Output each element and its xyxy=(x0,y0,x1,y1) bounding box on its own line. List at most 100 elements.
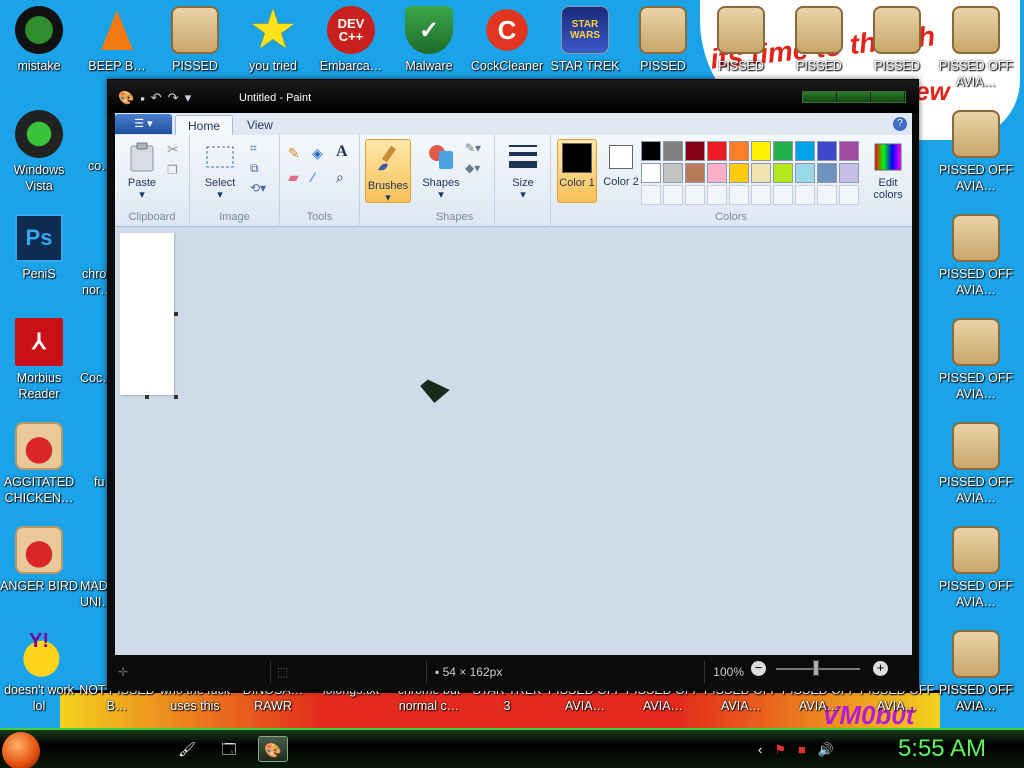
color-swatch[interactable] xyxy=(729,185,749,205)
taskbar-paint-active[interactable]: 🎨 xyxy=(258,736,288,762)
undo-icon[interactable]: ↶ xyxy=(151,90,162,106)
color-swatch[interactable] xyxy=(817,163,837,183)
resize-handle-right[interactable] xyxy=(174,312,178,316)
desktop-icon-pissed-off-avia[interactable]: PISSED OFF AVIA… xyxy=(936,312,1016,402)
save-icon[interactable]: ▪ xyxy=(140,91,145,106)
redo-icon[interactable]: ↷ xyxy=(168,90,179,106)
desktop-icon-doesnt-work[interactable]: Y! doesn't work lol xyxy=(0,624,78,714)
desktop-icon-mistake[interactable]: mistake xyxy=(0,0,78,74)
minimize-button[interactable] xyxy=(803,92,837,102)
desktop-icon-aggitated-chicken[interactable]: AGGITATED CHICKEN… xyxy=(0,416,78,506)
show-hidden-icons-icon[interactable]: ‹ xyxy=(758,742,762,758)
color-swatch[interactable] xyxy=(707,163,727,183)
desktop-icon-morbius-reader[interactable]: ⅄ Morbius Reader xyxy=(0,312,78,402)
color-swatch[interactable] xyxy=(795,163,815,183)
desktop-icon-anger-bird[interactable]: ANGER BIRD xyxy=(0,520,78,594)
text-tool-icon[interactable]: A xyxy=(336,143,348,161)
desktop-icon-embarca[interactable]: DEV C++ Embarca… xyxy=(312,0,390,74)
desktop-icon-pissed-3[interactable]: PISSED xyxy=(702,0,780,74)
desktop-icon-pissed-2[interactable]: PISSED xyxy=(624,0,702,74)
color-swatch[interactable] xyxy=(773,185,793,205)
start-button[interactable] xyxy=(2,732,40,768)
desktop-icon-partial[interactable]: chro… nor… xyxy=(82,266,119,298)
zoom-out-button[interactable]: − xyxy=(751,661,766,676)
tab-home[interactable]: Home xyxy=(175,115,234,135)
color-swatch[interactable] xyxy=(729,163,749,183)
color-swatch[interactable] xyxy=(773,163,793,183)
rotate-icon[interactable]: ⟲▾ xyxy=(250,181,266,195)
eraser-icon[interactable]: ▰ xyxy=(288,169,299,186)
fill-icon[interactable]: ◆▾ xyxy=(465,161,480,175)
help-icon[interactable]: ? xyxy=(893,117,907,131)
color-swatch[interactable] xyxy=(839,163,859,183)
desktop-icon-pissed-off-avia[interactable]: PISSED OFF AVIA… xyxy=(936,416,1016,506)
color-swatch[interactable] xyxy=(839,185,859,205)
title-bar[interactable]: 🎨 ▪ ↶ ↷ ▾ Untitled - Paint xyxy=(108,80,918,113)
desktop-icon-cockcleaner[interactable]: C CockCleaner xyxy=(466,0,548,74)
desktop-icon-you-tried[interactable]: ★ you tried xyxy=(234,0,312,74)
color-swatch[interactable] xyxy=(663,141,683,161)
color-swatch[interactable] xyxy=(685,185,705,205)
color-swatch[interactable] xyxy=(773,141,793,161)
resize-handle-corner[interactable] xyxy=(174,395,178,399)
maximize-button[interactable] xyxy=(837,92,871,102)
customize-qat-icon[interactable]: ▾ xyxy=(185,90,192,106)
desktop-icon-star-trek[interactable]: STAR WARS STAR TREK xyxy=(546,0,624,74)
color-swatch[interactable] xyxy=(685,141,705,161)
paint-menu-button[interactable]: ☰ ▾ xyxy=(115,114,172,134)
color1-button[interactable]: Color 1 xyxy=(557,139,597,203)
copy-icon[interactable]: ❐ xyxy=(167,163,178,177)
desktop-icon-pissed-off-avia[interactable]: PISSED OFF AVIA… xyxy=(936,682,1016,714)
color-swatch[interactable] xyxy=(663,163,683,183)
color-swatch[interactable] xyxy=(641,185,661,205)
desktop-icon-malware[interactable]: ✓ Malware xyxy=(390,0,468,74)
desktop-icon-pissed-off-avia[interactable]: PISSED OFF AVIA… xyxy=(936,208,1016,298)
zoom-slider-thumb[interactable] xyxy=(813,660,819,676)
resize-handle-bottom[interactable] xyxy=(145,395,149,399)
desktop-icon-penis[interactable]: Ps PeniS xyxy=(0,208,78,282)
edit-colors-button[interactable]: Edit colors xyxy=(869,141,907,201)
desktop-icon-pissed-off-avia[interactable]: PISSED OFF AVIA… xyxy=(936,520,1016,610)
select-button[interactable]: Select ▾ xyxy=(198,141,242,201)
color2-button[interactable]: Color 2 xyxy=(601,139,641,203)
color-swatch[interactable] xyxy=(707,141,727,161)
color-swatch[interactable] xyxy=(641,141,661,161)
desktop-icon-windows-vista[interactable]: Windows Vista xyxy=(0,104,78,194)
color-swatch[interactable] xyxy=(795,185,815,205)
fill-bucket-icon[interactable]: ◈ xyxy=(312,145,323,162)
desktop-icon-pissed-4[interactable]: PISSED xyxy=(780,0,858,74)
close-button[interactable] xyxy=(871,92,905,102)
desktop-icon-pissed-5[interactable]: PISSED xyxy=(858,0,936,74)
brushes-button[interactable]: Brushes ▾ xyxy=(365,139,411,204)
volume-icon[interactable]: 🔊 xyxy=(818,742,834,758)
color-swatch[interactable] xyxy=(795,141,815,161)
outline-icon[interactable]: ✎▾ xyxy=(465,141,481,155)
desktop-icon-partial[interactable]: MAD… UNI… xyxy=(80,578,120,610)
taskbar-explorer-pinned[interactable]: 🗔 xyxy=(214,736,244,762)
color-swatch[interactable] xyxy=(663,185,683,205)
taskbar-paint-pinned[interactable]: 🖌 xyxy=(172,736,202,762)
action-center-icon[interactable]: ⚑ xyxy=(774,742,786,758)
magnifier-icon[interactable]: ⌕ xyxy=(336,169,344,186)
color-swatch[interactable] xyxy=(707,185,727,205)
size-button[interactable]: Size ▾ xyxy=(503,141,543,201)
pencil-icon[interactable]: ✎ xyxy=(288,145,300,162)
desktop-icon-partial[interactable]: Coc… xyxy=(80,370,115,386)
network-icon[interactable]: ■ xyxy=(798,742,806,758)
clock[interactable]: 5:55 AM xyxy=(898,735,986,763)
desktop-icon-pissed-off-avia[interactable]: PISSED OFF AVIA… xyxy=(936,0,1016,90)
cut-icon[interactable]: ✂ xyxy=(167,141,179,158)
color-swatch[interactable] xyxy=(817,185,837,205)
zoom-in-button[interactable]: + xyxy=(873,661,888,676)
paste-button[interactable]: Paste ▾ xyxy=(123,141,161,201)
color-swatch[interactable] xyxy=(751,163,771,183)
desktop-icon-pissed[interactable]: PISSED xyxy=(156,0,234,74)
paint-app-icon[interactable]: 🎨 xyxy=(118,90,134,106)
color-swatch[interactable] xyxy=(751,185,771,205)
color-picker-icon[interactable]: ⁄ xyxy=(312,169,314,185)
color-swatch[interactable] xyxy=(729,141,749,161)
crop-icon[interactable]: ⌗ xyxy=(250,141,257,156)
color-swatch[interactable] xyxy=(817,141,837,161)
canvas-area[interactable] xyxy=(115,227,912,655)
desktop-icon-beep[interactable]: BEEP B… xyxy=(78,0,156,74)
